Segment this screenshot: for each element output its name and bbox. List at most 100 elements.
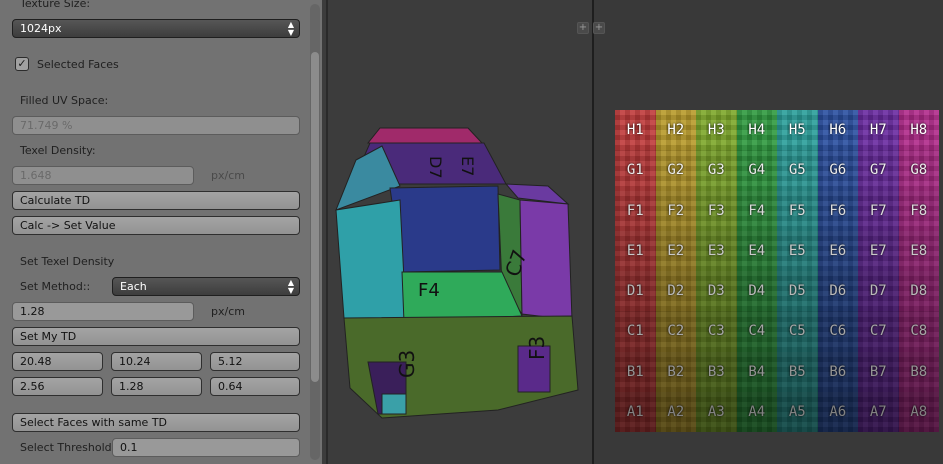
uv-grid-cell: F8: [898, 190, 939, 232]
uv-grid-cell-label: H7: [869, 122, 887, 139]
preset-button[interactable]: 10.24: [111, 352, 202, 371]
uv-grid-cell: D3: [696, 271, 737, 312]
uv-grid-cell: C1: [615, 311, 656, 352]
uv-grid-cell-label: B5: [788, 363, 806, 380]
filled-uv-label: Filled UV Space:: [20, 94, 109, 107]
set-value-field[interactable]: 1.28: [12, 302, 194, 321]
uv-grid-cell: D6: [817, 271, 858, 312]
calculate-td-button[interactable]: Calculate TD: [12, 191, 300, 210]
uv-grid-cell: D8: [898, 271, 939, 312]
set-value-unit: px/cm: [211, 305, 245, 318]
uv-grid-cell: G4: [736, 150, 777, 191]
split-area-icon[interactable]: +: [577, 22, 589, 34]
select-faces-same-td-button[interactable]: Select Faces with same TD: [12, 413, 300, 432]
selected-faces-label: Selected Faces: [37, 58, 119, 71]
uv-grid-cell: E5: [777, 230, 818, 272]
updown-arrows-icon: ▲ ▼: [287, 20, 294, 37]
uv-grid-cell: G7: [858, 150, 899, 191]
uv-grid-cell-label: A3: [707, 403, 725, 420]
texel-density-panel: Texture Size: 1024px ▲ ▼ ✓ Selected Faces…: [0, 0, 322, 464]
uv-grid-cell: F6: [817, 190, 858, 232]
uv-grid-cell: D5: [777, 271, 818, 312]
uv-grid-cell: H3: [696, 110, 737, 151]
uv-grid-cell-label: H6: [829, 122, 847, 139]
uv-grid-cell-label: F4: [748, 202, 766, 219]
uv-grid-cell: B5: [777, 351, 818, 393]
uv-grid-cell: E8: [898, 230, 939, 272]
face-label: F4: [418, 280, 440, 301]
uv-grid-cell-label: G2: [667, 162, 685, 179]
scrollbar-thumb[interactable]: [311, 52, 319, 382]
uv-grid-cell-label: D6: [829, 283, 847, 300]
uv-grid-cell-label: D2: [667, 283, 685, 300]
uv-grid-cell: D2: [655, 271, 696, 312]
uv-grid-cell: F3: [696, 190, 737, 232]
uv-grid-cell-label: E1: [626, 242, 644, 259]
uv-grid-cell: A1: [615, 391, 656, 433]
uv-grid-cell-label: C4: [748, 323, 766, 340]
uv-grid-cell: H4: [736, 110, 777, 151]
uv-grid-cell-label: G6: [829, 162, 847, 179]
uv-grid-cell-label: B1: [626, 363, 644, 380]
preset-button[interactable]: 0.64: [210, 377, 300, 396]
uv-checker-grid: H1 H2 H3 H4 H5 H6 H7 H8 G1 G2 G3 G4 G5 G6 G7 G8 F1 F2 F3 F4…: [615, 110, 939, 433]
texture-size-dropdown[interactable]: 1024px ▲ ▼: [12, 19, 300, 38]
split-area-icon[interactable]: +: [593, 22, 605, 34]
preset-button[interactable]: 5.12: [210, 352, 300, 371]
uv-grid-cell: H5: [777, 110, 818, 151]
uv-grid-cell: C5: [777, 311, 818, 352]
face-label: E7: [458, 156, 477, 176]
preset-button[interactable]: 20.48: [12, 352, 103, 371]
uv-grid-cell: B6: [817, 351, 858, 393]
uv-grid-cell-label: F2: [667, 202, 685, 219]
uv-grid-cell-label: F7: [869, 202, 887, 219]
uv-grid-cell: D1: [615, 271, 656, 312]
uv-grid-cell-label: A4: [748, 403, 766, 420]
uv-grid-cell: A7: [858, 391, 899, 433]
uv-grid-cell: G3: [696, 150, 737, 191]
uv-grid-cell-label: G1: [626, 162, 644, 179]
uv-grid-cell-label: H8: [910, 122, 928, 139]
uv-grid-cell-label: D4: [748, 283, 766, 300]
uv-grid-cell: E2: [655, 230, 696, 272]
3d-viewport[interactable]: D7 E7 C7 F4 G3 F3: [322, 0, 592, 464]
uv-grid-cell-label: A1: [626, 403, 644, 420]
uv-grid-cell-label: F1: [626, 202, 644, 219]
uv-grid-cell: H1: [615, 110, 656, 151]
uv-grid-cell: A3: [696, 391, 737, 433]
face-label: F3: [525, 336, 549, 360]
uv-grid-cell-label: G3: [707, 162, 725, 179]
uv-grid-cell-label: A7: [869, 403, 887, 420]
face-label: G3: [395, 350, 419, 378]
set-method-dropdown[interactable]: Each ▲ ▼: [112, 277, 300, 296]
preset-button[interactable]: 2.56: [12, 377, 103, 396]
selected-faces-checkbox[interactable]: ✓: [15, 57, 29, 71]
uv-grid-cell-label: B6: [829, 363, 847, 380]
panel-scrollbar[interactable]: [310, 4, 320, 460]
uv-grid-cell-label: B7: [869, 363, 887, 380]
uv-grid-cell-label: C8: [910, 323, 928, 340]
uv-grid-cell-label: C5: [788, 323, 806, 340]
uv-grid-cell-label: C3: [707, 323, 725, 340]
uv-grid-cell: G6: [817, 150, 858, 191]
uv-grid-cell-label: E4: [748, 242, 766, 259]
uv-grid-cell-label: H4: [748, 122, 766, 139]
calc-set-value-button[interactable]: Calc -> Set Value: [12, 216, 300, 235]
uv-grid-cell-label: B2: [667, 363, 685, 380]
select-threshold-label: Select Threshold:: [20, 441, 116, 454]
updown-arrows-icon: ▲ ▼: [287, 278, 294, 295]
uv-grid-cell-label: A8: [910, 403, 928, 420]
uv-grid-cell-label: F3: [707, 202, 725, 219]
uv-grid-cell: F1: [615, 190, 656, 232]
uv-grid-cell: C7: [858, 311, 899, 352]
set-my-td-button[interactable]: Set My TD: [12, 327, 300, 346]
preset-button[interactable]: 1.28: [111, 377, 202, 396]
uv-grid-cell: C4: [736, 311, 777, 352]
uv-grid-cell: B1: [615, 351, 656, 393]
select-threshold-field[interactable]: 0.1: [112, 438, 300, 457]
texel-density-unit: px/cm: [211, 169, 245, 182]
uv-grid-cell: D4: [736, 271, 777, 312]
uv-grid-cell-label: F8: [910, 202, 928, 219]
uv-grid-cell-label: C2: [667, 323, 685, 340]
uv-grid-cell: C3: [696, 311, 737, 352]
